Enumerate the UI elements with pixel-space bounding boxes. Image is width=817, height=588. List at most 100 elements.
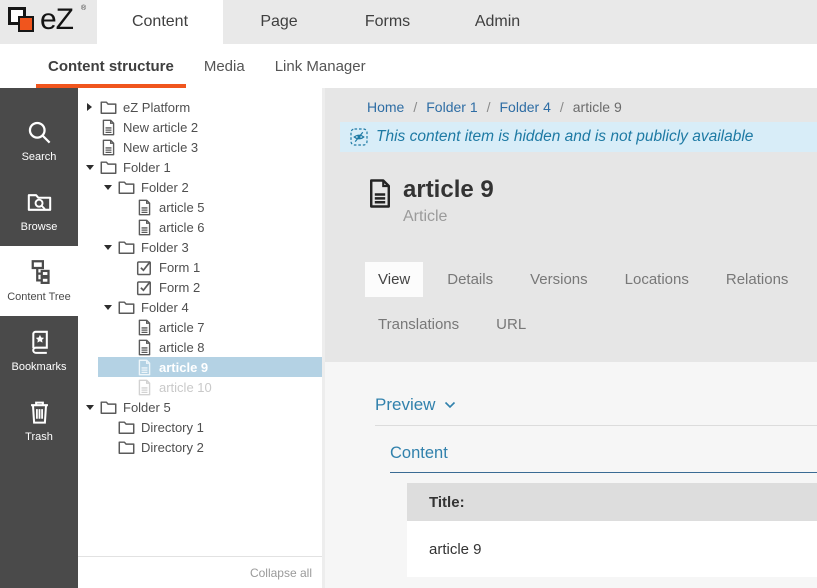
expander-spacer (122, 377, 135, 397)
logo-text: eZ (40, 3, 73, 37)
content-section-label: Content (390, 444, 817, 463)
article-icon (99, 139, 118, 156)
content-tab-label: View (378, 271, 410, 288)
expander-arrow-icon[interactable] (104, 177, 117, 197)
article-icon (367, 178, 393, 209)
expander-spacer (122, 197, 135, 217)
folder-icon (99, 399, 118, 416)
content-tab-label: Translations (378, 316, 459, 333)
expander-arrow-icon[interactable] (104, 237, 117, 257)
expander-spacer (122, 217, 135, 237)
field-value: article 9 (407, 521, 817, 577)
content-tab-label: Relations (726, 271, 789, 288)
expander-spacer (122, 317, 135, 337)
tree-item-label: New article 2 (123, 120, 198, 135)
folder-icon (117, 439, 136, 456)
tree-item-label: Folder 2 (141, 180, 189, 195)
expander-arrow-icon[interactable] (86, 97, 99, 117)
tree-item-label: Folder 4 (141, 300, 189, 315)
tree-row-folder-4[interactable]: Folder 4 (78, 297, 322, 317)
tree-row-folder-5[interactable]: Folder 5 (78, 397, 322, 417)
breadcrumb-article-9: article 9 (573, 99, 622, 115)
tab-translations[interactable]: Translations (365, 307, 472, 342)
form-icon (135, 259, 154, 276)
tree-row-folder-2[interactable]: Folder 2 (78, 177, 322, 197)
tree-row-ez-platform[interactable]: eZ Platform (78, 97, 322, 117)
sidebar-item-search[interactable]: Search (0, 106, 78, 176)
hidden-eye-icon (350, 128, 368, 146)
sidebar-item-bookmarks[interactable]: Bookmarks (0, 316, 78, 386)
tree-item-label: article 9 (159, 360, 208, 375)
subnav-tab-label: Link Manager (275, 58, 366, 75)
sidebar-item-trash[interactable]: Trash (0, 386, 78, 456)
content-section: Content Title: article 9 (390, 444, 817, 577)
content-tab-bar: View Details Versions Locations Relation… (365, 262, 817, 352)
top-tab-forms[interactable]: Forms (335, 0, 440, 44)
top-bar: eZ ® Content Page Forms Admin (0, 0, 817, 44)
tree-row-article-8[interactable]: article 8 (78, 337, 322, 357)
subnav-tab-media[interactable]: Media (192, 44, 257, 88)
subnav-tab-content-structure[interactable]: Content structure (36, 44, 186, 88)
tree-row-directory-2[interactable]: Directory 2 (78, 437, 322, 457)
sidebar-item-browse[interactable]: Browse (0, 176, 78, 246)
tree-row-form-1[interactable]: Form 1 (78, 257, 322, 277)
preview-section-label: Preview (375, 395, 435, 415)
breadcrumb-folder-4[interactable]: Folder 4 (500, 99, 551, 115)
tree-row-article-9[interactable]: article 9 (98, 357, 322, 377)
tree-row-article-5[interactable]: article 5 (78, 197, 322, 217)
expander-arrow-icon[interactable] (86, 157, 99, 177)
top-tab-admin[interactable]: Admin (440, 0, 555, 44)
top-tab-bar: Content Page Forms Admin (97, 0, 817, 44)
left-sidebar: Search Browse Content Tree Bookmarks Tra… (0, 88, 78, 588)
preview-section-toggle[interactable]: Preview (375, 395, 817, 415)
sidebar-item-content-tree[interactable]: Content Tree (0, 246, 78, 316)
tree-row-article-10[interactable]: article 10 (78, 377, 322, 397)
hidden-content-notice: This content item is hidden and is not p… (340, 122, 817, 152)
tree-row-form-2[interactable]: Form 2 (78, 277, 322, 297)
folder-icon (117, 419, 136, 436)
ez-logo[interactable]: eZ ® (0, 0, 97, 44)
breadcrumb-folder-1[interactable]: Folder 1 (426, 99, 477, 115)
collapse-all-button[interactable]: Collapse all (250, 566, 312, 580)
article-icon (99, 119, 118, 136)
tab-url[interactable]: URL (483, 307, 539, 342)
content-tree: eZ Platform New article 2 New article 3 … (78, 88, 322, 556)
content-type-label: Article (403, 208, 494, 226)
top-tab-content[interactable]: Content (97, 0, 223, 44)
field: Title: article 9 (407, 483, 817, 577)
tree-row-folder-3[interactable]: Folder 3 (78, 237, 322, 257)
view-tab-content: Preview Content Title: article 9 (325, 362, 817, 588)
expander-arrow-icon[interactable] (86, 397, 99, 417)
tab-locations[interactable]: Locations (612, 262, 702, 297)
article-icon (135, 339, 154, 356)
tree-row-new-article-2[interactable]: New article 2 (78, 117, 322, 137)
top-tab-page[interactable]: Page (223, 0, 335, 44)
tab-relations[interactable]: Relations (713, 262, 802, 297)
tree-row-new-article-3[interactable]: New article 3 (78, 137, 322, 157)
logo-orange-square-icon (18, 16, 34, 32)
subnav-tab-label: Content structure (48, 58, 174, 75)
notice-text: This content item is hidden and is not p… (376, 128, 753, 146)
top-tab-label: Forms (365, 13, 410, 31)
tab-view[interactable]: View (365, 262, 423, 297)
tree-row-article-6[interactable]: article 6 (78, 217, 322, 237)
tab-details[interactable]: Details (434, 262, 506, 297)
subnav-tab-link-manager[interactable]: Link Manager (263, 44, 378, 88)
field-table: Title: article 9 (407, 483, 817, 577)
tree-row-directory-1[interactable]: Directory 1 (78, 417, 322, 437)
content-tree-icon (26, 259, 53, 286)
top-tab-label: Content (132, 13, 188, 31)
expander-arrow-icon[interactable] (104, 297, 117, 317)
expander-spacer (86, 117, 99, 137)
content-divider (390, 472, 817, 473)
tree-item-label: Form 2 (159, 280, 200, 295)
bookmarks-icon (26, 329, 53, 356)
folder-icon (117, 239, 136, 256)
breadcrumb-home[interactable]: Home (367, 99, 404, 115)
tree-item-label: Directory 2 (141, 440, 204, 455)
breadcrumb-separator: / (413, 99, 417, 115)
tree-row-folder-1[interactable]: Folder 1 (78, 157, 322, 177)
tab-versions[interactable]: Versions (517, 262, 601, 297)
trash-icon (26, 399, 53, 426)
tree-row-article-7[interactable]: article 7 (78, 317, 322, 337)
